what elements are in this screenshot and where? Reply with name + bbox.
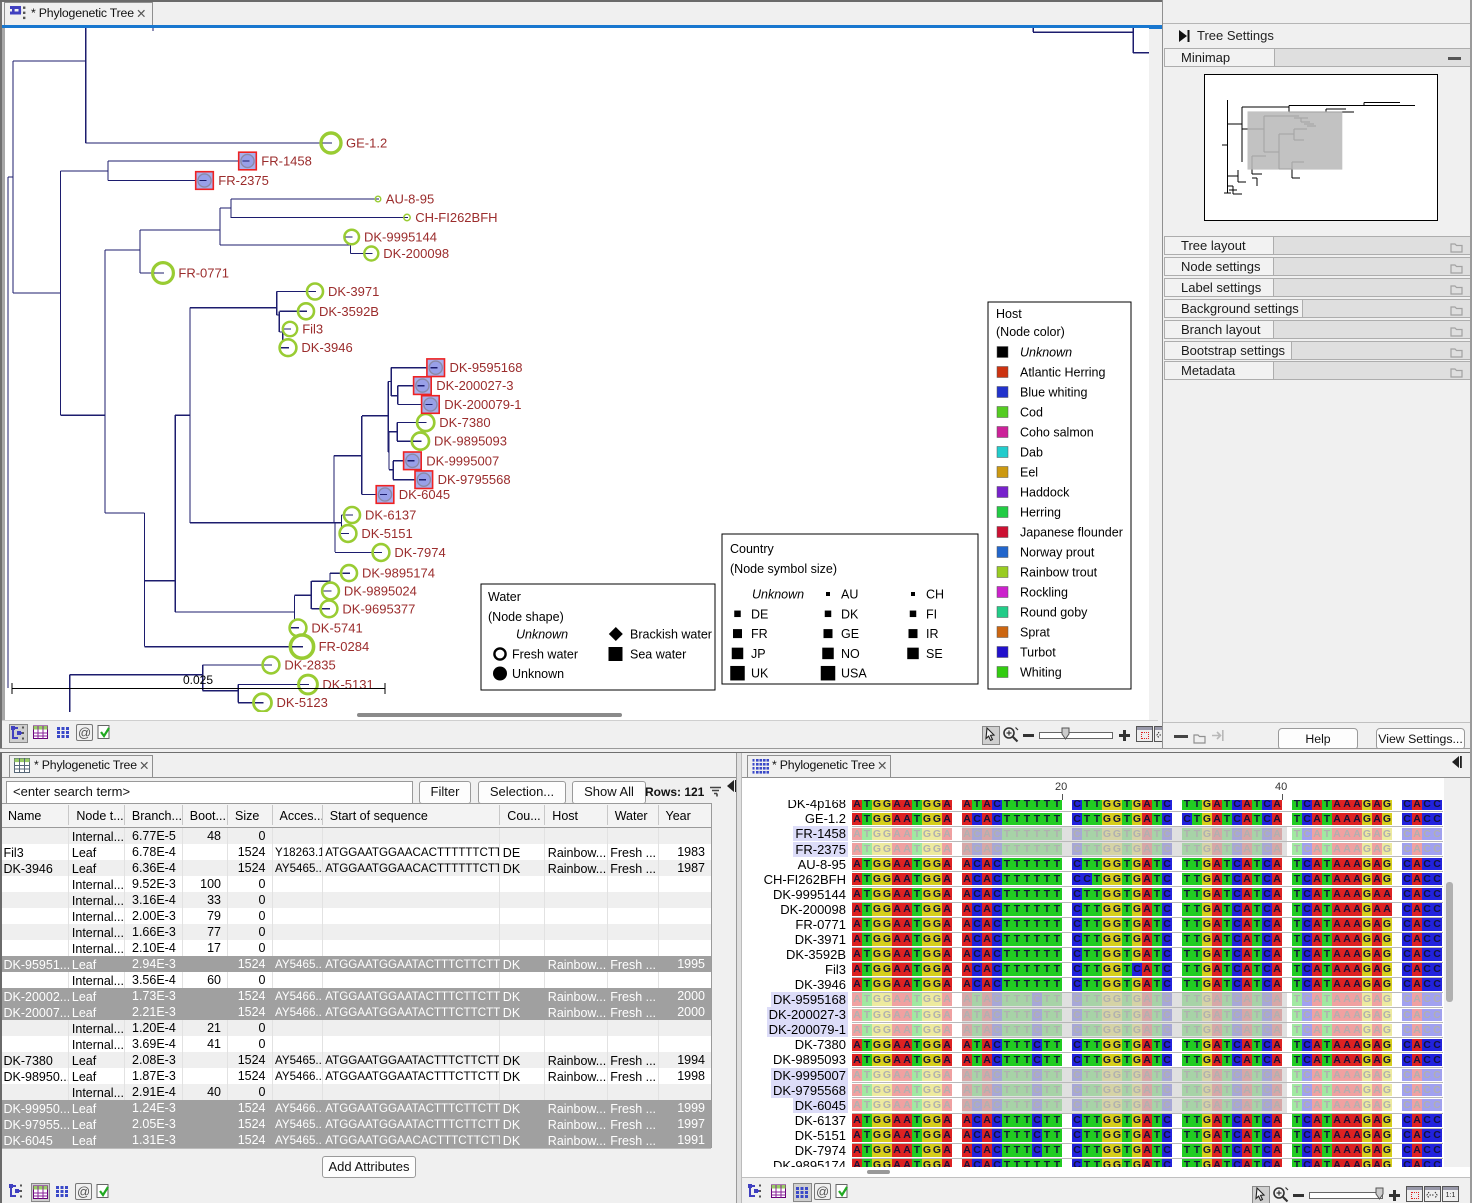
svg-text:Norway prout: Norway prout	[1020, 546, 1095, 560]
svg-text:Coho salmon: Coho salmon	[1020, 426, 1094, 440]
svg-text:DK-9995007: DK-9995007	[426, 453, 499, 468]
svg-text:FR-0771: FR-0771	[178, 266, 229, 281]
svg-text:DK-5123: DK-5123	[277, 695, 328, 710]
svg-text:Unknown: Unknown	[752, 588, 804, 602]
svg-text:DK-7974: DK-7974	[394, 545, 445, 560]
svg-text:(Node color): (Node color)	[996, 325, 1065, 339]
svg-text:DK: DK	[841, 607, 859, 621]
svg-text:Unknown: Unknown	[516, 628, 568, 642]
svg-text:DK-9895093: DK-9895093	[434, 434, 507, 449]
svg-text:DK-9595168: DK-9595168	[450, 360, 523, 375]
svg-text:GE-1.2: GE-1.2	[346, 136, 387, 151]
svg-text:DK-5151: DK-5151	[361, 526, 412, 541]
svg-text:DK-9695377: DK-9695377	[342, 601, 415, 616]
svg-text:DK-9895024: DK-9895024	[344, 584, 417, 599]
svg-text:DK-9795568: DK-9795568	[438, 472, 511, 487]
svg-text:Fresh water: Fresh water	[512, 648, 578, 662]
svg-text:SE: SE	[926, 647, 943, 661]
svg-text:GE: GE	[841, 627, 859, 641]
svg-text:JP: JP	[751, 647, 766, 661]
svg-text:DK-5741: DK-5741	[311, 620, 362, 635]
svg-text:DE: DE	[751, 607, 768, 621]
svg-text:Eel: Eel	[1020, 466, 1038, 480]
svg-text:DK-2835: DK-2835	[284, 658, 335, 673]
svg-text:FR: FR	[751, 627, 768, 641]
svg-text:DK-3946: DK-3946	[301, 340, 352, 355]
svg-text:Whiting: Whiting	[1020, 666, 1062, 680]
svg-text:DK-3592B: DK-3592B	[319, 304, 379, 319]
svg-text:USA: USA	[841, 667, 867, 681]
svg-text:AU-8-95: AU-8-95	[386, 192, 434, 207]
svg-text:Rockling: Rockling	[1020, 586, 1068, 600]
svg-text:Unknown: Unknown	[1020, 346, 1072, 360]
svg-text:Turbot: Turbot	[1020, 646, 1056, 660]
svg-text:Sea water: Sea water	[630, 648, 686, 662]
svg-text:CH: CH	[926, 588, 944, 602]
svg-text:Blue whiting: Blue whiting	[1020, 386, 1087, 400]
svg-text:FR-1458: FR-1458	[261, 154, 312, 169]
svg-text:DK-5131: DK-5131	[322, 677, 373, 692]
svg-text:0.025: 0.025	[183, 673, 213, 687]
svg-text:DK-200079-1: DK-200079-1	[444, 397, 521, 412]
svg-text:Round goby: Round goby	[1020, 606, 1088, 620]
svg-text:Unknown: Unknown	[512, 667, 564, 681]
svg-text:Herring: Herring	[1020, 506, 1061, 520]
svg-text:FR-0284: FR-0284	[319, 639, 370, 654]
svg-text:Atlantic Herring: Atlantic Herring	[1020, 366, 1105, 380]
svg-text:Haddock: Haddock	[1020, 486, 1070, 500]
svg-text:Rainbow trout: Rainbow trout	[1020, 566, 1098, 580]
svg-text:DK-9895174: DK-9895174	[362, 566, 435, 581]
svg-text:Country: Country	[730, 542, 775, 556]
svg-text:Cod: Cod	[1020, 406, 1043, 420]
svg-text:(Node symbol size): (Node symbol size)	[730, 562, 837, 576]
svg-text:UK: UK	[751, 667, 769, 681]
svg-text:Sprat: Sprat	[1020, 626, 1050, 640]
svg-text:IR: IR	[926, 627, 939, 641]
svg-text:NO: NO	[841, 647, 860, 661]
svg-text:DK-200027-3: DK-200027-3	[436, 378, 513, 393]
svg-text:DK-6137: DK-6137	[365, 508, 416, 523]
svg-text:DK-7380: DK-7380	[439, 415, 490, 430]
svg-text:DK-6045: DK-6045	[399, 487, 450, 502]
svg-text:Brackish water: Brackish water	[630, 628, 712, 642]
svg-text:Fil3: Fil3	[302, 322, 323, 337]
svg-text:Japanese flounder: Japanese flounder	[1020, 526, 1123, 540]
svg-text:AU: AU	[841, 588, 858, 602]
svg-text:(Node shape): (Node shape)	[488, 610, 564, 624]
svg-text:Host: Host	[996, 307, 1022, 321]
svg-text:DK-200098: DK-200098	[383, 246, 449, 261]
svg-text:Dab: Dab	[1020, 446, 1043, 460]
svg-text:DK-9995144: DK-9995144	[364, 230, 437, 245]
svg-text:Water: Water	[488, 590, 521, 604]
svg-text:FI: FI	[926, 607, 937, 621]
svg-text:DK-3971: DK-3971	[328, 284, 379, 299]
svg-text:CH-FI262BFH: CH-FI262BFH	[415, 210, 497, 225]
svg-text:FR-2375: FR-2375	[218, 173, 269, 188]
